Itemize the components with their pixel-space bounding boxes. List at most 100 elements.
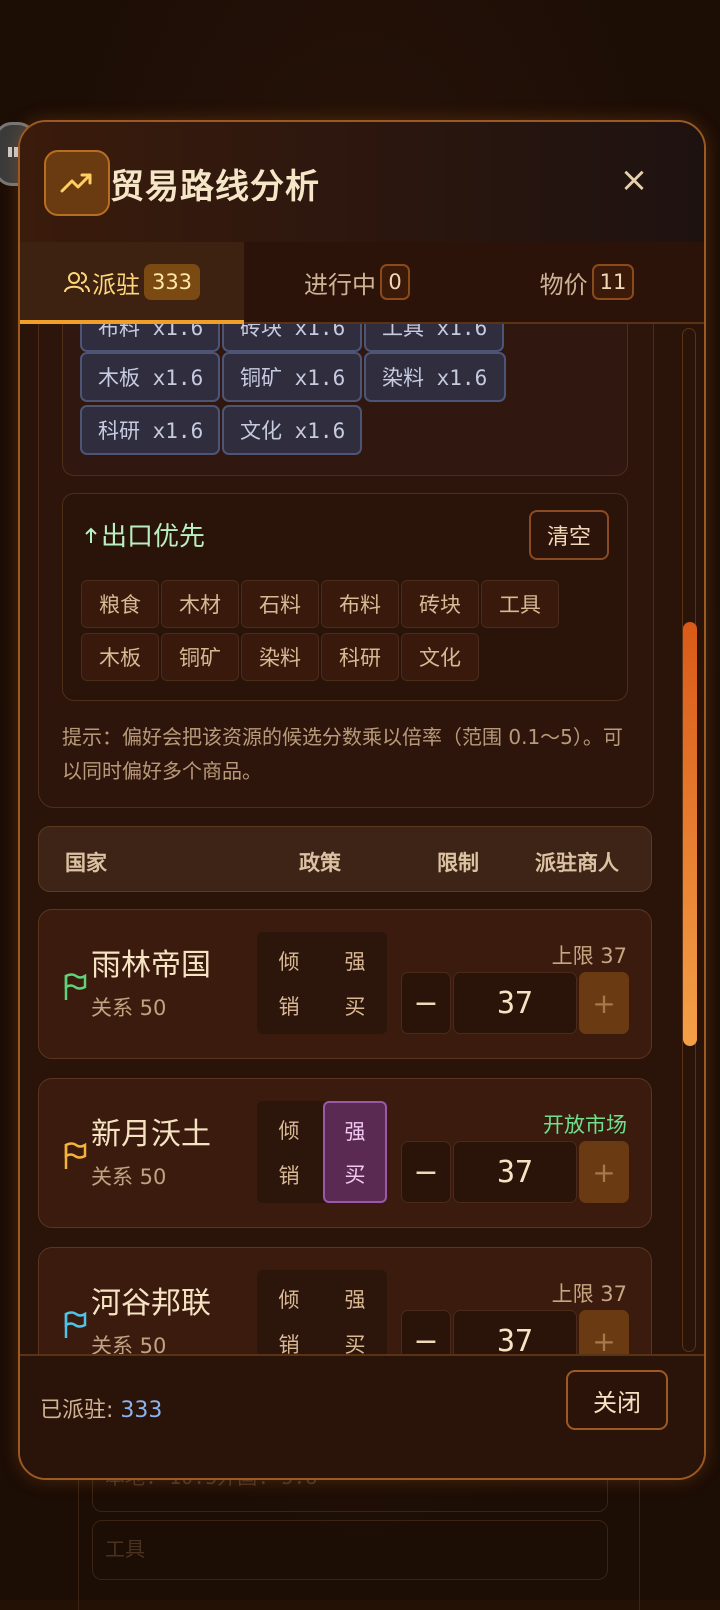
- trade-route-modal: 贸易路线分析 × 派驻 333 进行中 0 物价 11 布料 x1.6 砖块 x…: [18, 120, 706, 1480]
- export-good-chip[interactable]: 工具: [481, 580, 559, 628]
- policy-dump-button[interactable]: 倾销: [257, 932, 321, 1034]
- decrement-button[interactable]: −: [401, 1310, 451, 1354]
- policy-dump-char: 销: [278, 994, 300, 1019]
- import-chip[interactable]: 科研 x1.6: [80, 405, 220, 455]
- tab-in-progress-count: 0: [380, 264, 410, 300]
- modal-title: 贸易路线分析: [110, 167, 320, 207]
- tab-in-progress-label: 进行中: [304, 270, 376, 299]
- arrow-up-icon: [83, 525, 99, 545]
- export-good-chip[interactable]: 布料: [321, 580, 399, 628]
- policy-dump-char: 倾: [278, 949, 300, 974]
- import-chip[interactable]: 染料 x1.6: [364, 352, 506, 402]
- import-chip[interactable]: 工具 x1.6: [364, 324, 504, 352]
- export-good-chip[interactable]: 科研: [321, 633, 399, 681]
- policy-force-buy-button[interactable]: 强买: [323, 1101, 387, 1203]
- nation-relation: 关系 50: [91, 996, 167, 1020]
- export-good-chip[interactable]: 铜矿: [161, 633, 239, 681]
- increment-button[interactable]: +: [579, 972, 629, 1034]
- flag-icon: [63, 1141, 87, 1171]
- tab-prices-count: 11: [591, 264, 635, 300]
- policy-dump-char: 倾: [278, 1118, 300, 1143]
- nation-name: 新月沃土: [91, 1117, 211, 1152]
- modal-header: 贸易路线分析 ×: [20, 122, 704, 244]
- nation-table-header: 国家 政策 限制 派驻商人: [38, 826, 652, 892]
- policy-force-char: 买: [344, 1162, 366, 1187]
- close-button[interactable]: 关闭: [566, 1370, 668, 1430]
- import-chip[interactable]: 文化 x1.6: [222, 405, 362, 455]
- column-limit: 限制: [437, 851, 479, 875]
- dispatched-summary: 已派驻: 333: [40, 1392, 162, 1424]
- policy-force-buy-button[interactable]: 强买: [323, 1270, 387, 1355]
- increment-button[interactable]: +: [579, 1141, 629, 1203]
- merchant-count-input[interactable]: [453, 1141, 577, 1203]
- background-blurred-text: [330, 32, 710, 62]
- close-icon[interactable]: ×: [612, 158, 656, 202]
- limit-text: 上限 37: [551, 944, 627, 968]
- export-preference-box: 出口优先 清空 粮食 木材 石料 布料 砖块 工具 木板 铜矿 染料 科研 文化: [62, 493, 628, 701]
- tab-dispatch-count: 333: [143, 264, 201, 300]
- tab-bar: 派驻 333 进行中 0 物价 11: [20, 242, 704, 324]
- column-nation: 国家: [65, 851, 107, 875]
- import-chip[interactable]: 铜矿 x1.6: [222, 352, 362, 402]
- tab-prices-label: 物价: [539, 270, 588, 299]
- policy-force-char: 强: [344, 1119, 366, 1144]
- policy-dump-char: 销: [278, 1332, 300, 1355]
- policy-force-char: 强: [344, 949, 366, 974]
- tab-in-progress[interactable]: 进行中 0: [244, 242, 470, 322]
- decrement-button[interactable]: −: [401, 972, 451, 1034]
- policy-dump-char: 倾: [278, 1287, 300, 1312]
- policy-dump-char: 销: [278, 1163, 300, 1188]
- nation-name: 雨林帝国: [91, 948, 211, 983]
- nation-name: 河谷邦联: [91, 1286, 211, 1321]
- decrement-button[interactable]: −: [401, 1141, 451, 1203]
- scrollbar-thumb[interactable]: [683, 622, 697, 1046]
- import-chip[interactable]: 木板 x1.6: [80, 352, 220, 402]
- column-merchants: 派驻商人: [535, 851, 619, 875]
- modal-footer: 已派驻: 333 关闭: [20, 1354, 704, 1478]
- users-icon: [63, 270, 90, 294]
- scroll-content[interactable]: 布料 x1.6 砖块 x1.6 工具 x1.6 木板 x1.6 铜矿 x1.6 …: [20, 324, 704, 1354]
- policy-toggle: 倾销 强买: [257, 1270, 387, 1354]
- clear-button[interactable]: 清空: [529, 510, 609, 560]
- export-good-chip[interactable]: 木材: [161, 580, 239, 628]
- nation-row: 新月沃土 关系 50 倾销 强买 开放市场 − +: [38, 1078, 652, 1228]
- export-title-text: 出口优先: [101, 522, 206, 552]
- policy-force-char: 买: [344, 994, 366, 1019]
- export-good-chip[interactable]: 粮食: [81, 580, 159, 628]
- trending-up-icon: [44, 150, 110, 216]
- export-good-chip[interactable]: 石料: [241, 580, 319, 628]
- tab-prices[interactable]: 物价 11: [470, 242, 704, 322]
- policy-dump-button[interactable]: 倾销: [257, 1101, 321, 1203]
- policy-force-char: 买: [344, 1332, 366, 1355]
- policy-force-char: 强: [344, 1287, 366, 1312]
- tab-dispatch[interactable]: 派驻 333: [20, 242, 244, 324]
- policy-toggle: 倾销 强买: [257, 1101, 387, 1203]
- export-good-chip[interactable]: 文化: [401, 633, 479, 681]
- merchant-count-input[interactable]: [453, 972, 577, 1034]
- nation-row: 河谷邦联 关系 50 倾销 强买 上限 37 − +: [38, 1247, 652, 1354]
- import-chip[interactable]: 布料 x1.6: [80, 324, 220, 352]
- policy-toggle: 倾销 强买: [257, 932, 387, 1034]
- open-market-text: 开放市场: [543, 1113, 627, 1137]
- export-title: 出口优先: [83, 516, 205, 553]
- nation-relation: 关系 50: [91, 1334, 167, 1354]
- tab-dispatch-label: 派驻: [91, 270, 140, 299]
- nation-row: 雨林帝国 关系 50 倾销 强买 上限 37 − +: [38, 909, 652, 1059]
- import-chip[interactable]: 砖块 x1.6: [222, 324, 362, 352]
- background-card-tool: 工具: [92, 1520, 608, 1580]
- preference-hint: 提示：偏好会把该资源的候选分数乘以倍率（范围 0.1～5）。可以同时偏好多个商品…: [62, 725, 623, 783]
- policy-dump-button[interactable]: 倾销: [257, 1270, 321, 1355]
- flag-icon: [63, 972, 87, 1002]
- export-good-chip[interactable]: 染料: [241, 633, 319, 681]
- merchant-count-input[interactable]: [453, 1310, 577, 1354]
- export-good-chip[interactable]: 木板: [81, 633, 159, 681]
- background-item-label: 工具: [105, 1537, 145, 1561]
- nation-relation: 关系 50: [91, 1165, 167, 1189]
- increment-button[interactable]: +: [579, 1310, 629, 1354]
- limit-text: 上限 37: [551, 1282, 627, 1306]
- dispatched-value: 333: [120, 1398, 163, 1423]
- policy-force-buy-button[interactable]: 强买: [323, 932, 387, 1034]
- export-good-chip[interactable]: 砖块: [401, 580, 479, 628]
- flag-icon: [63, 1310, 87, 1340]
- column-policy: 政策: [299, 851, 341, 875]
